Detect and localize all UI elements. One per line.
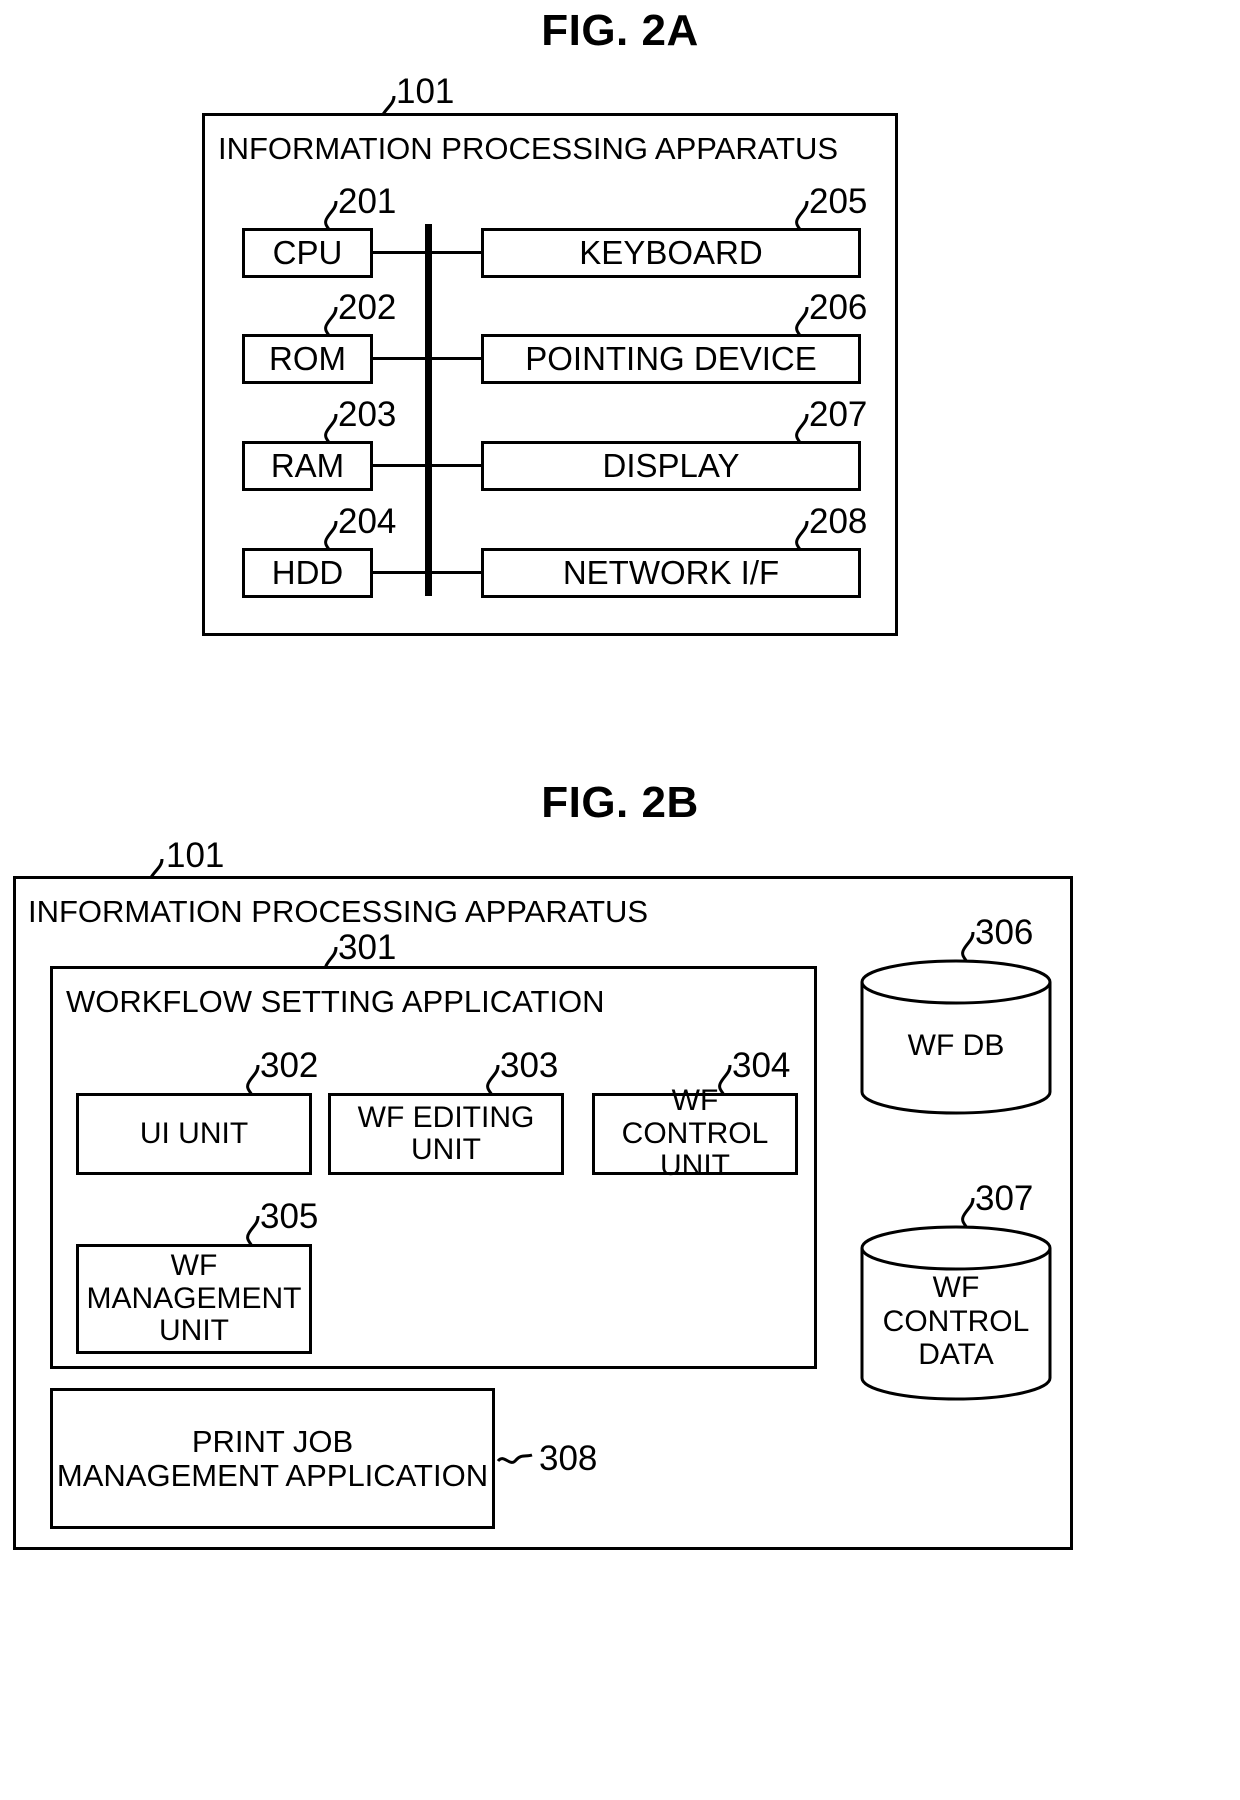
print-job-management-application-label: PRINT JOB MANAGEMENT APPLICATION [56, 1424, 489, 1493]
ref-302: 302 [260, 1046, 319, 1085]
wf-db-label: WF DB [907, 1029, 1005, 1062]
wire-cpu-bus [373, 251, 483, 254]
hdd-block: HDD [242, 548, 373, 598]
wf-control-unit-block: WF CONTROL UNIT [592, 1085, 798, 1182]
wf-management-unit-block: WF MANAGEMENT UNIT [76, 1244, 312, 1354]
ref-201: 201 [338, 182, 397, 221]
ref-202: 202 [338, 288, 397, 327]
workflow-setting-application-label: WORKFLOW SETTING APPLICATION [66, 984, 605, 1019]
ref-204: 204 [338, 502, 397, 541]
ref-306: 306 [975, 913, 1034, 952]
ref-208: 208 [809, 502, 868, 541]
ref-308: 308 [539, 1439, 598, 1478]
rom-label: ROM [269, 340, 346, 378]
ref-301: 301 [338, 928, 397, 967]
display-label: DISPLAY [602, 447, 740, 485]
system-bus [425, 224, 432, 596]
ref-203: 203 [338, 395, 397, 434]
ram-block: RAM [242, 441, 373, 491]
keyboard-label: KEYBOARD [579, 234, 763, 272]
fig-2b-title: FIG. 2B [541, 778, 699, 827]
wf-management-unit-label: WF MANAGEMENT UNIT [86, 1249, 302, 1348]
ref-307: 307 [975, 1179, 1034, 1218]
ref-206: 206 [809, 288, 868, 327]
ref-101-fig2a: 101 [396, 72, 455, 111]
apparatus-label-fig2a: INFORMATION PROCESSING APPARATUS [218, 131, 839, 166]
ui-unit-label: UI UNIT [139, 1116, 249, 1150]
wf-editing-unit-block: WF EDITING UNIT [328, 1093, 564, 1175]
wire-ram-bus [373, 464, 483, 467]
network-if-label: NETWORK I/F [562, 554, 780, 592]
cpu-block: CPU [242, 228, 373, 278]
display-block: DISPLAY [481, 441, 861, 491]
ref-207: 207 [809, 395, 868, 434]
wire-rom-bus [373, 357, 483, 360]
ref-304: 304 [732, 1046, 791, 1085]
wf-control-data-label: WF CONTROL DATA [882, 1271, 1030, 1372]
wire-hdd-bus [373, 571, 483, 574]
ref-101-fig2b: 101 [166, 836, 225, 875]
keyboard-block: KEYBOARD [481, 228, 861, 278]
wf-control-unit-label: WF CONTROL UNIT [621, 1084, 769, 1183]
wf-editing-unit-label: WF EDITING UNIT [357, 1100, 535, 1166]
fig-2a-title: FIG. 2A [541, 6, 699, 55]
ref-305: 305 [260, 1197, 319, 1236]
ref-303: 303 [500, 1046, 559, 1085]
apparatus-label-fig2b: INFORMATION PROCESSING APPARATUS [28, 894, 649, 929]
rom-block: ROM [242, 334, 373, 384]
ref-205: 205 [809, 182, 868, 221]
ui-unit-block: UI UNIT [76, 1093, 312, 1175]
ram-label: RAM [270, 447, 345, 485]
print-job-management-application-block: PRINT JOB MANAGEMENT APPLICATION [50, 1388, 495, 1529]
pointing-device-label: POINTING DEVICE [525, 340, 817, 378]
cpu-label: CPU [272, 234, 343, 272]
pointing-device-block: POINTING DEVICE [481, 334, 861, 384]
hdd-label: HDD [271, 554, 344, 592]
network-if-block: NETWORK I/F [481, 548, 861, 598]
